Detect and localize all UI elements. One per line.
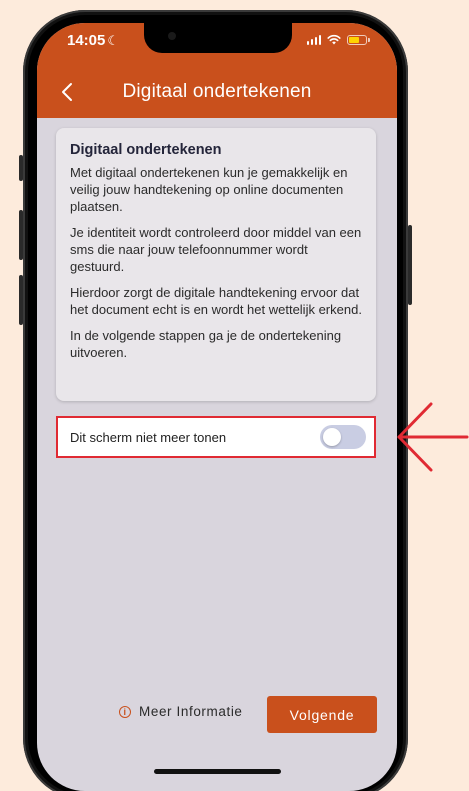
wifi-icon — [327, 34, 341, 45]
info-circle-icon: i — [119, 705, 131, 718]
battery-nub — [368, 37, 370, 42]
toggle-knob — [323, 428, 341, 446]
arrow-left-icon — [397, 402, 469, 472]
home-indicator — [154, 769, 281, 774]
status-icons — [306, 34, 370, 45]
front-camera — [168, 32, 176, 40]
cellular-signal-icon — [306, 34, 321, 45]
card-paragraph-2: Je identiteit wordt controleerd door mid… — [70, 225, 362, 274]
card-paragraph-3: Hierdoor zorgt de digitale handtekening … — [70, 285, 362, 317]
more-info-label: Meer Informatie — [139, 704, 243, 719]
card-paragraph-1: Met digitaal ondertekenen kun je gemakke… — [70, 165, 348, 214]
next-button[interactable]: Volgende — [267, 696, 377, 733]
dont-show-again-row: Dit scherm niet meer tonen — [56, 416, 376, 458]
card-title: Digitaal ondertekenen — [70, 142, 222, 158]
info-card: Digitaal ondertekenen Met digitaal onder… — [56, 128, 376, 401]
more-info-link[interactable]: i Meer Informatie — [119, 704, 243, 719]
app-bar: 14:05 ☾ Digitaal ondertekenen — [37, 23, 397, 118]
dont-show-again-toggle[interactable] — [320, 425, 366, 449]
footer: i Meer Informatie Volgende — [37, 696, 397, 736]
stage: 14:05 ☾ Digitaal ondertekenen Digitaal o… — [0, 0, 469, 791]
status-time: 14:05 ☾ — [67, 32, 120, 49]
battery-level — [349, 36, 359, 43]
page-title: Digitaal ondertekenen — [122, 81, 312, 102]
card-paragraph-4: In de volgende stappen ga je de ondertek… — [70, 328, 342, 360]
phone-screen: 14:05 ☾ Digitaal ondertekenen Digitaal o… — [37, 23, 397, 791]
battery-icon — [347, 34, 370, 45]
dont-show-again-label: Dit scherm niet meer tonen — [70, 429, 227, 445]
notch — [144, 23, 292, 53]
moon-icon: ☾ — [107, 33, 120, 48]
power-button — [408, 225, 412, 305]
